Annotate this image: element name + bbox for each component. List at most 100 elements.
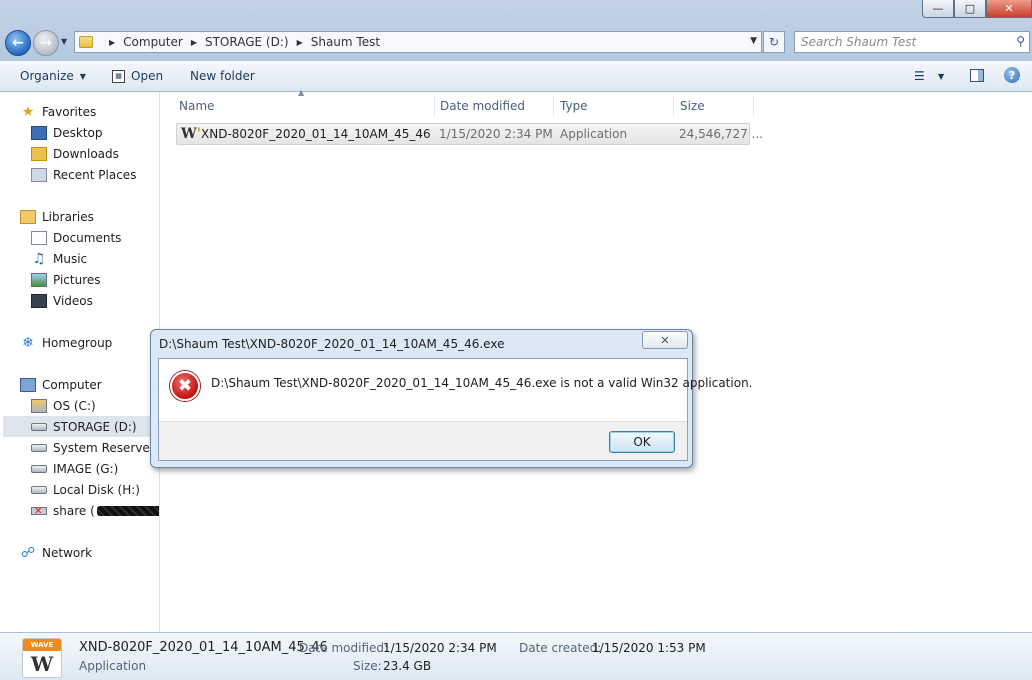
window-controls: — □ ✕ bbox=[922, 0, 1032, 18]
sidebar-item-os-c[interactable]: OS (C:) bbox=[31, 395, 96, 416]
sidebar-item-label: Favorites bbox=[42, 104, 97, 119]
disconnected-network-drive-icon bbox=[31, 506, 47, 517]
network-icon: ☍ bbox=[20, 544, 36, 561]
redacted-text bbox=[96, 505, 159, 516]
sidebar-item-homegroup[interactable]: ❄ Homegroup bbox=[20, 332, 112, 353]
size-value: 23.4 GB bbox=[383, 659, 432, 673]
column-header-name[interactable]: Name bbox=[173, 96, 435, 116]
breadcrumb-chevron-icon[interactable]: ▶ bbox=[191, 38, 197, 47]
column-header-date-modified[interactable]: Date modified bbox=[434, 96, 554, 116]
sidebar-item-system-reserved[interactable]: System Reserved (F bbox=[31, 437, 159, 458]
close-icon: ✕ bbox=[660, 333, 670, 347]
sidebar-item-label: Videos bbox=[53, 293, 93, 308]
file-name: XND-8020F_2020_01_14_10AM_45_46 bbox=[201, 127, 431, 141]
recent-pages-dropdown[interactable]: ▼ bbox=[61, 37, 67, 46]
pictures-icon bbox=[31, 272, 47, 287]
sidebar-item-videos[interactable]: Videos bbox=[31, 290, 93, 311]
dialog-message-area: ✖ D:\Shaum Test\XND-8020F_2020_01_14_10A… bbox=[159, 359, 752, 421]
sidebar-item-label: Recent Places bbox=[53, 167, 137, 182]
details-file-type: Application bbox=[79, 659, 147, 673]
downloads-icon bbox=[31, 146, 47, 161]
dialog-close-button[interactable]: ✕ bbox=[642, 331, 688, 349]
sidebar-item-label: share ( bbox=[53, 503, 95, 518]
dialog-body: ✖ D:\Shaum Test\XND-8020F_2020_01_14_10A… bbox=[158, 358, 752, 461]
sidebar-item-downloads[interactable]: Downloads bbox=[31, 143, 119, 164]
ok-button[interactable]: OK bbox=[609, 431, 675, 453]
sidebar-item-music[interactable]: ♫ Music bbox=[31, 248, 87, 269]
drive-icon bbox=[31, 464, 47, 473]
sidebar-item-network[interactable]: ☍ Network bbox=[20, 542, 92, 563]
drive-icon bbox=[31, 422, 47, 431]
sidebar-item-local-disk-h[interactable]: Local Disk (H:) bbox=[31, 479, 140, 500]
back-button[interactable]: ← bbox=[5, 30, 31, 56]
desktop-icon bbox=[31, 125, 47, 140]
breadcrumb-shaum-test[interactable]: Shaum Test bbox=[311, 35, 380, 49]
sidebar-item-storage-d[interactable]: STORAGE (D:) bbox=[3, 416, 159, 437]
column-header-size[interactable]: Size bbox=[674, 96, 754, 116]
file-row[interactable]: W' XND-8020F_2020_01_14_10AM_45_46 1/15/… bbox=[176, 123, 763, 145]
breadcrumb-chevron-icon[interactable]: ▶ bbox=[109, 38, 115, 47]
open-button[interactable]: ▦ Open bbox=[112, 69, 163, 83]
new-folder-label: New folder bbox=[190, 69, 255, 83]
new-folder-button[interactable]: New folder bbox=[190, 69, 255, 83]
drive-icon bbox=[31, 443, 47, 452]
sidebar-item-label: System Reserved (F bbox=[53, 440, 159, 455]
star-icon: ★ bbox=[21, 103, 35, 120]
dialog-message: D:\Shaum Test\XND-8020F_2020_01_14_10AM_… bbox=[211, 376, 753, 390]
sidebar-item-recent-places[interactable]: Recent Places bbox=[31, 164, 136, 185]
refresh-icon: ↻ bbox=[768, 35, 780, 49]
wave-banner: WAVE bbox=[23, 639, 61, 651]
sidebar-item-favorites[interactable]: ★ Favorites bbox=[20, 101, 97, 122]
arrow-left-icon: ← bbox=[12, 35, 24, 51]
drive-icon bbox=[31, 485, 47, 494]
music-icon: ♫ bbox=[32, 250, 46, 267]
wave-app-icon: W' bbox=[181, 126, 202, 142]
sidebar-item-label: OS (C:) bbox=[53, 398, 96, 413]
error-dialog: D:\Shaum Test\XND-8020F_2020_01_14_10AM_… bbox=[150, 329, 752, 468]
folder-icon bbox=[79, 36, 93, 48]
sidebar-item-label: Pictures bbox=[53, 272, 101, 287]
sidebar-item-image-g[interactable]: IMAGE (G:) bbox=[31, 458, 118, 479]
homegroup-icon: ❄ bbox=[22, 334, 34, 351]
column-header-label: Name bbox=[179, 99, 215, 113]
sidebar-item-libraries[interactable]: Libraries bbox=[20, 206, 94, 227]
help-icon: ? bbox=[1008, 68, 1016, 82]
date-modified-value: 1/15/2020 2:34 PM bbox=[383, 641, 497, 655]
help-button[interactable]: ? bbox=[1004, 67, 1020, 83]
column-header-label: Date modified bbox=[440, 99, 526, 113]
views-button[interactable]: ☰ bbox=[914, 69, 925, 83]
sidebar-item-label: STORAGE (D:) bbox=[53, 419, 137, 434]
wave-app-icon: WAVE W bbox=[22, 638, 62, 678]
maximize-button[interactable]: □ bbox=[954, 0, 986, 18]
address-dropdown-icon[interactable]: ▼ bbox=[750, 36, 757, 46]
breadcrumb-storage[interactable]: STORAGE (D:) bbox=[205, 35, 289, 49]
sidebar-item-desktop[interactable]: Desktop bbox=[31, 122, 103, 143]
minimize-button[interactable]: — bbox=[922, 0, 954, 18]
close-button[interactable]: ✕ bbox=[986, 0, 1032, 18]
refresh-button[interactable]: ↻ bbox=[763, 31, 785, 53]
organize-button[interactable]: Organize ▼ bbox=[20, 69, 86, 83]
breadcrumb-computer[interactable]: Computer bbox=[123, 35, 183, 49]
views-dropdown-icon[interactable]: ▼ bbox=[938, 72, 944, 81]
sidebar-item-label: IMAGE (G:) bbox=[53, 461, 119, 476]
date-created-value: 1/15/2020 1:53 PM bbox=[592, 641, 706, 655]
breadcrumb-chevron-icon[interactable]: ▶ bbox=[297, 38, 303, 47]
chevron-down-icon: ▼ bbox=[79, 71, 86, 81]
sidebar-item-pictures[interactable]: Pictures bbox=[31, 269, 101, 290]
videos-icon bbox=[31, 293, 47, 308]
sidebar-item-share[interactable]: share ( bbox=[31, 500, 159, 521]
dialog-title: D:\Shaum Test\XND-8020F_2020_01_14_10AM_… bbox=[159, 337, 505, 351]
sidebar-item-label: Homegroup bbox=[42, 335, 113, 350]
sidebar-item-documents[interactable]: Documents bbox=[31, 227, 121, 248]
preview-pane-button[interactable] bbox=[970, 69, 984, 82]
address-bar[interactable]: ▶ Computer ▶ STORAGE (D:) ▶ Shaum Test ▼ bbox=[74, 31, 762, 53]
date-modified-label: Date modified: bbox=[299, 641, 389, 655]
open-icon: ▦ bbox=[112, 69, 125, 83]
forward-button[interactable]: → bbox=[33, 30, 59, 56]
sidebar-item-computer[interactable]: Computer bbox=[20, 374, 102, 395]
command-bar: Organize ▼ ▦ Open New folder ☰ ▼ ? bbox=[0, 61, 1032, 92]
search-input[interactable]: Search Shaum Test ⚲ bbox=[794, 31, 1030, 53]
sidebar-item-label: Downloads bbox=[53, 146, 119, 161]
sidebar-item-label: Computer bbox=[42, 377, 102, 392]
column-header-type[interactable]: Type bbox=[554, 96, 674, 116]
